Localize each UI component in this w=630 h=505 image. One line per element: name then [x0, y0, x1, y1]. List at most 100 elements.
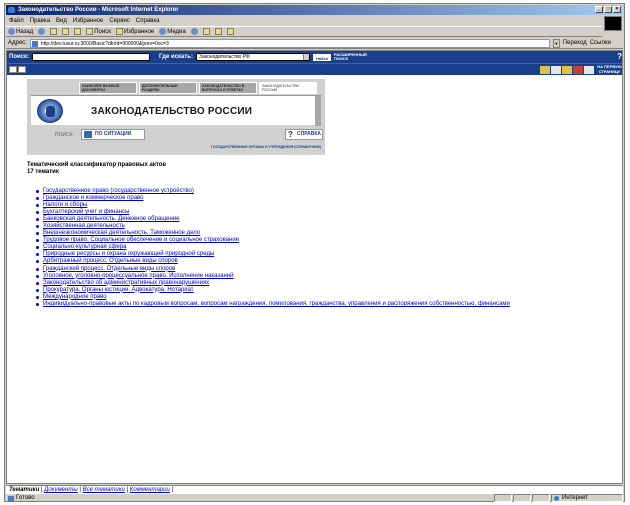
question-icon: ?	[288, 130, 293, 139]
list-item[interactable]: Арбитражный процесс. Отдельные виды спор…	[34, 258, 510, 265]
search-input[interactable]	[32, 53, 151, 61]
list-item[interactable]: Законодательство об административных пра…	[34, 280, 510, 287]
mail-icon	[202, 28, 210, 35]
list-item[interactable]: Гражданское и коммерческое право	[34, 195, 510, 202]
media-button[interactable]: Медиа	[159, 28, 186, 35]
icon-strip: НА ПЕРВУЮ СТРАНИЦУ	[7, 63, 622, 75]
site-search-bar: Поиск: Где искать: Законодательство РФ Н…	[7, 51, 622, 63]
list-item[interactable]: Хозяйственная деятельность	[34, 223, 510, 230]
topic-count: 17 тематик	[27, 169, 59, 175]
advanced-search-link[interactable]: РАСШИРЕННЫЙ ПОИСК	[334, 53, 374, 61]
address-label: Адрес:	[8, 40, 27, 46]
book-icon[interactable]	[573, 66, 583, 74]
browser-window: Законодательство России - Microsoft Inte…	[4, 3, 625, 502]
forward-arrow-icon	[38, 28, 46, 35]
address-dropdown[interactable]: ▼	[552, 38, 560, 48]
menu-view[interactable]: Вид	[56, 18, 67, 24]
site-icon-2[interactable]	[18, 66, 26, 73]
tab-legislation[interactable]: ЗАКОНОДАТЕЛЬСТВО РОССИИ	[259, 82, 317, 94]
security-zone: Интернет	[551, 494, 623, 502]
page-content: Поиск: Где искать: Законодательство РФ Н…	[6, 50, 623, 484]
topic-list: Государственное право (государственное у…	[34, 188, 510, 308]
list-item[interactable]: Государственное право (государственное у…	[34, 188, 510, 195]
forward-button[interactable]	[38, 28, 46, 35]
site-banner: НАИБОЛЕЕ ВАЖНЫЕ ДОКУМЕНТЫ ДОПОЛНИТЕЛЬНЫЕ…	[27, 79, 325, 155]
folder-icon[interactable]	[562, 66, 572, 74]
home-button[interactable]	[74, 28, 82, 35]
print-page-icon[interactable]	[584, 66, 594, 74]
print-icon	[214, 28, 222, 35]
site-icon-1[interactable]	[9, 66, 17, 73]
back-arrow-icon	[8, 28, 15, 35]
list-item[interactable]: Бухгалтерский учет и финансы	[34, 209, 510, 216]
menu-help[interactable]: Справка	[136, 18, 160, 24]
back-button[interactable]: Назад	[8, 28, 33, 35]
banner-main: ЗАКОНОДАТЕЛЬСТВО РОССИИ	[31, 95, 321, 126]
close-button[interactable]: ×	[613, 6, 621, 13]
list-item[interactable]: Международное право	[34, 294, 510, 301]
menu-bar: Файл Правка Вид Избранное Сервис Справка	[6, 16, 623, 25]
list-item[interactable]: Уголовное, уголовно-процессуальное право…	[34, 273, 510, 280]
list-item[interactable]: Индивидуально-правовые акты по кадровым …	[34, 301, 510, 308]
map-icon[interactable]	[540, 66, 550, 74]
list-item[interactable]: Внешнеэкономическая деятельность. Таможе…	[34, 230, 510, 237]
star-icon	[115, 28, 123, 35]
title-bar: Законодательство России - Microsoft Inte…	[6, 5, 623, 15]
list-item[interactable]: Прокуратура. Органы юстиции. Адвокатура.…	[34, 287, 510, 294]
go-button[interactable]: Переход	[563, 40, 587, 46]
window-title: Законодательство России - Microsoft Inte…	[18, 7, 179, 13]
menu-tools[interactable]: Сервис	[109, 18, 130, 24]
list-item[interactable]: Гражданский процесс. Отдельные виды спор…	[34, 266, 510, 273]
media-icon	[159, 28, 167, 35]
doc-icon[interactable]	[551, 66, 561, 74]
situation-icon	[84, 131, 92, 138]
menu-favorites[interactable]: Избранное	[73, 18, 103, 24]
mail-button[interactable]	[202, 28, 210, 35]
search-label: Поиск:	[9, 54, 30, 60]
tab-qa[interactable]: ЗАКОНОДАТЕЛЬСТВО В ВОПРОСАХ И ОТВЕТАХ	[199, 82, 257, 94]
status-bar: Готово Интернет	[6, 493, 623, 502]
search-toolbar-button[interactable]: Поиск	[86, 28, 111, 35]
stop-button[interactable]	[50, 28, 58, 35]
toolbar: Назад Поиск Избранное Медиа	[6, 26, 602, 37]
coat-of-arms-icon	[37, 99, 63, 123]
page-heading: Тематический классификатор правовых акто…	[27, 162, 166, 176]
chevron-down-icon	[303, 54, 309, 60]
where-select[interactable]: Законодательство РФ	[196, 53, 310, 61]
site-title: ЗАКОНОДАТЕЛЬСТВО РОССИИ	[91, 106, 253, 117]
windows-logo-icon	[604, 16, 622, 31]
page-title: Тематический классификатор правовых акто…	[27, 162, 167, 168]
stop-icon	[50, 28, 58, 35]
links-button[interactable]: Ссылки	[590, 40, 611, 46]
tab-important-docs[interactable]: НАИБОЛЕЕ ВАЖНЫЕ ДОКУМЕНТЫ	[79, 82, 137, 94]
tab-additional-sections[interactable]: ДОПОЛНИТЕЛЬНЫЕ РАЗДЕЛЫ	[139, 82, 197, 94]
list-item[interactable]: Трудовое право. Социальное обеспечение и…	[34, 237, 510, 244]
refresh-button[interactable]	[62, 28, 70, 35]
minimize-button[interactable]: _	[595, 6, 603, 13]
favorites-button[interactable]: Избранное	[115, 28, 154, 35]
menu-edit[interactable]: Правка	[30, 18, 50, 24]
edit-button[interactable]	[226, 28, 234, 35]
menu-file[interactable]: Файл	[9, 18, 24, 24]
help-button[interactable]: ? СПРАВКА	[285, 129, 323, 140]
help-question-icon[interactable]: ?	[617, 52, 622, 61]
print-button[interactable]	[214, 28, 222, 35]
search-icon	[86, 28, 94, 35]
address-input[interactable]: http://dev.tusur.ru:3000/Basic?dbrId=900…	[29, 38, 550, 48]
history-button[interactable]	[190, 28, 198, 35]
situation-search-button[interactable]: ПО СИТУАЦИИ	[81, 129, 145, 140]
refresh-icon	[62, 28, 70, 35]
orgs-directory-link[interactable]: ГОСУДАРСТВЕННЫЕ ОРГАНЫ И УЧРЕЖДЕНИЯ (СПР…	[211, 145, 321, 149]
where-label: Где искать:	[159, 54, 193, 60]
status-text: Готово	[16, 495, 35, 501]
find-button[interactable]: Найти	[313, 53, 331, 61]
banner-search-label: ПОИСК:	[55, 132, 74, 138]
address-bar: Адрес: http://dev.tusur.ru:3000/Basic?db…	[6, 38, 623, 49]
first-page-link[interactable]: НА ПЕРВУЮ СТРАНИЦУ	[597, 64, 622, 74]
maximize-button[interactable]: □	[604, 6, 612, 13]
page-status-icon	[8, 496, 14, 502]
history-icon	[190, 28, 198, 35]
bottom-tabs: Тематики | Документы | Все тематики | Ко…	[6, 485, 623, 493]
home-icon	[74, 28, 82, 35]
page-icon	[31, 40, 38, 47]
